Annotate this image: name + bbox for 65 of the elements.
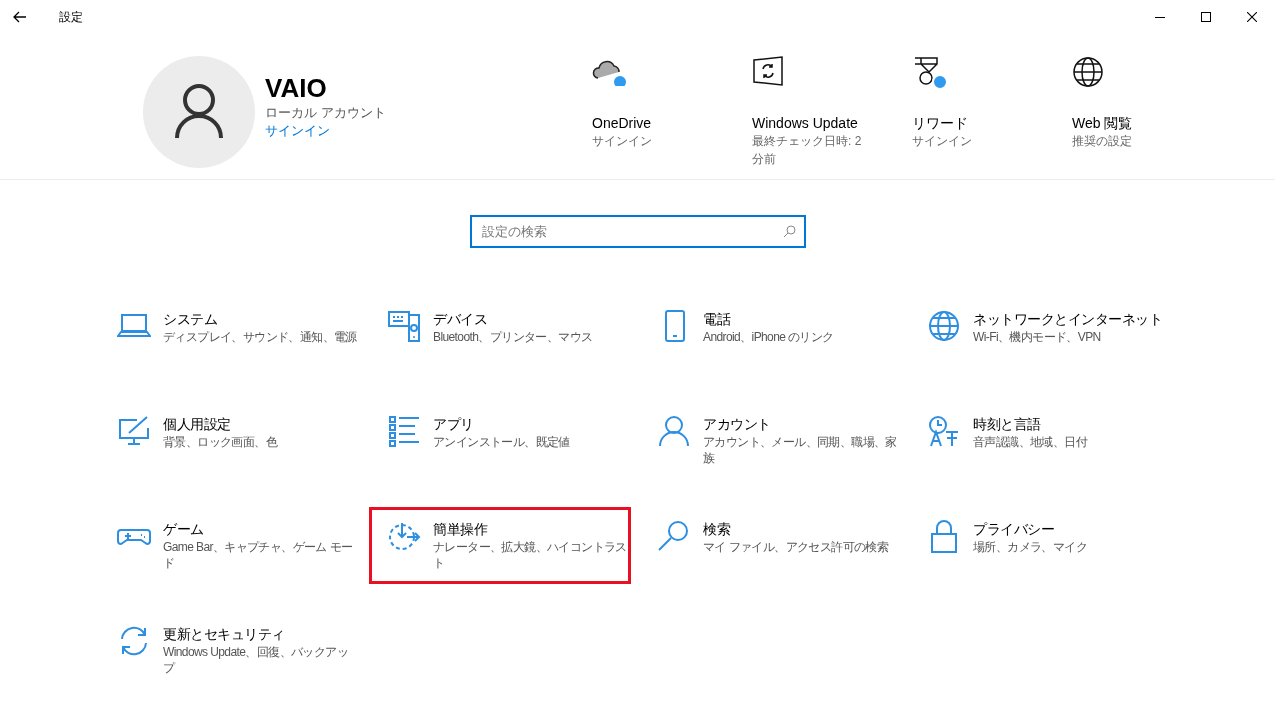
account-type: ローカル アカウント [265, 104, 386, 122]
category-title: プライバシー [973, 520, 1055, 539]
category-subtitle: マイ ファイル、アクセス許可の検索 [703, 539, 890, 555]
category-tile[interactable]: ゲーム Game Bar、キャプチャ、ゲーム モード [99, 507, 361, 584]
category-subtitle: アンインストール、既定値 [433, 434, 571, 450]
category-tile[interactable]: 電話 Android、iPhone のリンク [639, 297, 901, 374]
category-subtitle: 背景、ロック画面、色 [163, 434, 279, 450]
person-icon [174, 84, 224, 140]
category-subtitle: 音声認識、地域、日付 [973, 434, 1089, 450]
quick-link[interactable]: リワード [912, 114, 968, 132]
category-subtitle: ナレーター、拡大鏡、ハイコントラスト [433, 539, 628, 571]
category-subtitle: Wi-Fi、機内モード、VPN [973, 329, 1102, 345]
category-tile[interactable]: 時刻と言語 音声認識、地域、日付 [909, 402, 1171, 479]
quick-link-detail: 最終チェック日時: 2 分前 [752, 133, 863, 168]
quick-link[interactable]: Web 閲覧 [1072, 114, 1133, 132]
category-title: 簡単操作 [433, 520, 489, 539]
close-icon [1247, 12, 1257, 22]
category-title: アプリ [433, 415, 475, 434]
category-subtitle: Windows Update、回復、バックアップ [163, 644, 349, 676]
category-title: 電話 [703, 310, 732, 329]
keyboard-speaker-icon [387, 309, 421, 343]
category-subtitle: Bluetooth、プリンター、マウス [433, 329, 594, 345]
category-tile[interactable]: デバイス Bluetooth、プリンター、マウス [369, 297, 631, 374]
category-tile[interactable]: 検索 マイ ファイル、アクセス許可の検索 [639, 507, 901, 584]
category-title: 個人用設定 [163, 415, 232, 434]
search-icon [782, 225, 796, 238]
category-subtitle: アカウント、メール、同期、職場、家族 [703, 434, 898, 466]
category-subtitle: ディスプレイ、サウンド、通知、電源 [163, 329, 358, 345]
magnifier-icon [657, 519, 691, 553]
clock-letter-icon [927, 414, 961, 448]
category-subtitle: 場所、カメラ、マイク [973, 539, 1088, 555]
category-tile[interactable]: 簡単操作 ナレーター、拡大鏡、ハイコントラスト [369, 507, 631, 584]
sign-in-link[interactable]: サインイン [265, 122, 386, 140]
category-subtitle: Game Bar、キャプチャ、ゲーム モード [163, 539, 354, 571]
category-title: 時刻と言語 [973, 415, 1042, 434]
category-title: デバイス [433, 310, 488, 329]
quick-link-detail: サインイン [592, 133, 653, 150]
quick-link[interactable]: Windows Update [752, 114, 858, 132]
category-tile[interactable]: アプリ アンインストール、既定値 [369, 402, 631, 479]
quick-link-detail: サインイン [912, 133, 973, 150]
category-tile[interactable]: アカウント アカウント、メール、同期、職場、家族 [639, 402, 901, 479]
category-subtitle: Android、iPhone のリンク [703, 329, 835, 345]
quick-link[interactable]: OneDrive [592, 114, 652, 132]
search-field[interactable]: 設定の検索 [469, 215, 806, 248]
minimize-icon [1155, 16, 1165, 18]
maximize-icon [1201, 12, 1211, 22]
category-title: ネットワークとインターネット [973, 310, 1163, 329]
category-tile[interactable]: ネットワークとインターネット Wi-Fi、機内モード、VPN [909, 297, 1171, 374]
quick-link-detail: 推奨の設定 [1072, 133, 1133, 150]
category-title: アカウント [703, 415, 772, 434]
category-title: システム [163, 310, 218, 329]
back-arrow-icon [13, 11, 27, 23]
category-tile[interactable]: システム ディスプレイ、サウンド、通知、電源 [99, 297, 361, 374]
list-icon [387, 414, 421, 448]
monitor-brush-icon [117, 414, 151, 448]
category-title: 更新とセキュリティ [163, 625, 286, 644]
category-tile[interactable]: 個人用設定 背景、ロック画面、色 [99, 402, 361, 479]
window-title: 設定 [59, 9, 83, 26]
category-tile[interactable]: 更新とセキュリティ Windows Update、回復、バックアップ [99, 612, 361, 689]
profile-name: VAIO [265, 72, 328, 104]
person-icon [657, 414, 691, 448]
globe-icon [927, 309, 961, 343]
category-title: ゲーム [163, 520, 205, 539]
category-title: 検索 [703, 520, 732, 539]
category-tile[interactable]: プライバシー 場所、カメラ、マイク [909, 507, 1171, 584]
